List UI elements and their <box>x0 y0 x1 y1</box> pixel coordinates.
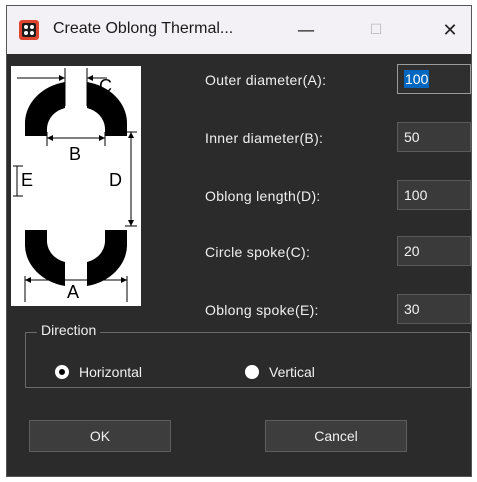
inner-diameter-label: Inner diameter(B): <box>205 130 324 146</box>
oblong-spoke-label: Oblong spoke(E): <box>205 302 319 318</box>
maximize-icon: ☐ <box>369 22 383 38</box>
vertical-radio-label: Vertical <box>269 364 315 380</box>
oblong-length-label: Oblong length(D): <box>205 188 321 204</box>
minimize-button[interactable]: — <box>283 6 329 54</box>
radio-checked-icon <box>55 365 69 379</box>
maximize-button[interactable]: ☐ <box>353 6 399 54</box>
oblong-length-input[interactable]: 100 <box>397 180 471 210</box>
cancel-button-label: Cancel <box>314 428 358 444</box>
app-icon <box>19 20 39 40</box>
horizontal-radio-label: Horizontal <box>79 364 143 380</box>
close-icon: ✕ <box>442 19 458 41</box>
title-bar[interactable]: Create Oblong Thermal... — ☐ ✕ <box>7 6 471 54</box>
inner-diameter-value: 50 <box>404 129 420 145</box>
direction-group-title: Direction <box>37 322 101 338</box>
outer-diameter-input[interactable]: 100 <box>397 64 471 94</box>
inner-diameter-input[interactable]: 50 <box>397 122 471 152</box>
horizontal-radio[interactable]: Horizontal <box>55 364 142 380</box>
diagram-label-a: A <box>67 282 79 302</box>
ok-button[interactable]: OK <box>29 420 171 452</box>
circle-spoke-value: 20 <box>404 243 420 259</box>
oblong-spoke-value: 30 <box>404 301 420 317</box>
vertical-radio[interactable]: Vertical <box>245 364 315 380</box>
diagram-label-e: E <box>21 170 33 190</box>
minimize-icon: — <box>297 19 315 41</box>
create-oblong-thermal-dialog: Create Oblong Thermal... — ☐ ✕ C B D E A… <box>6 5 472 477</box>
outer-diameter-label: Outer diameter(A): <box>205 72 327 88</box>
radio-unchecked-icon <box>245 365 259 379</box>
oblong-length-value: 100 <box>404 187 428 203</box>
close-button[interactable]: ✕ <box>427 6 473 54</box>
circle-spoke-label: Circle spoke(C): <box>205 244 311 260</box>
diagram-label-b: B <box>69 144 81 164</box>
diagram-label-d: D <box>109 170 122 190</box>
ok-button-label: OK <box>89 428 111 444</box>
outer-diameter-value: 100 <box>404 70 430 88</box>
cancel-button[interactable]: Cancel <box>265 420 407 452</box>
diagram-label-c: C <box>99 76 112 96</box>
circle-spoke-input[interactable]: 20 <box>397 236 471 266</box>
oblong-thermal-diagram: C B D E A <box>11 66 141 306</box>
oblong-spoke-input[interactable]: 30 <box>397 294 471 324</box>
window-title: Create Oblong Thermal... <box>53 20 234 37</box>
